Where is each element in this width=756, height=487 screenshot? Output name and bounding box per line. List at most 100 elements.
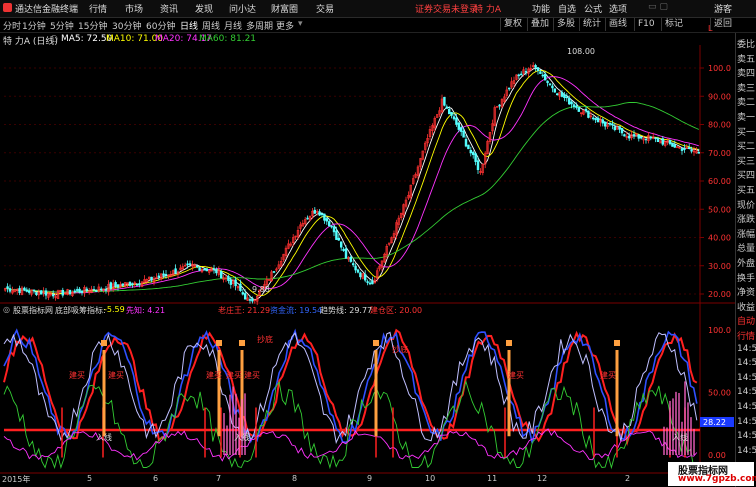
- candle-body: [464, 138, 468, 147]
- chart-grid: [0, 45, 735, 474]
- signal-text-label: 建买: [69, 370, 85, 380]
- candle-body: [476, 160, 480, 171]
- candle-body: [690, 149, 693, 152]
- candle-body: [8, 288, 12, 292]
- signal-text-label: 建买: [600, 370, 616, 380]
- candle-body: [644, 138, 648, 141]
- price-axis-top-label: L: [708, 24, 713, 33]
- candle-body: [608, 122, 612, 125]
- candle-body: [447, 108, 451, 115]
- indicator-site: 股票指标网: [13, 306, 53, 315]
- indicator-value: -5.59: [104, 305, 125, 314]
- candle-body: [445, 106, 449, 109]
- candle-body: [366, 281, 369, 283]
- low-price-label: 9.88: [252, 285, 270, 294]
- signal-column: [507, 350, 511, 437]
- candle-body: [517, 74, 521, 77]
- candle-body: [457, 122, 461, 130]
- side-panel-item[interactable]: 14:50: [737, 387, 756, 401]
- candle-body: [551, 85, 554, 89]
- candle-body: [356, 269, 360, 273]
- candle-body: [452, 116, 456, 120]
- price-tick-label: 50.00: [708, 205, 731, 214]
- side-panel-item[interactable]: 14:50: [737, 431, 756, 445]
- signal-marker-icon: [506, 340, 512, 346]
- candle-body: [121, 283, 125, 286]
- side-panel-item[interactable]: 14:50: [737, 358, 756, 372]
- candle-body: [104, 288, 108, 291]
- candle-body: [349, 256, 353, 262]
- candle-body: [543, 73, 547, 81]
- trading-terminal-window: 通达信金融终端 行情 市场 资讯 发现 问小达 财富圈 交易 证券交易未登录 特…: [0, 0, 756, 487]
- candle-body: [618, 126, 621, 130]
- side-panel-item[interactable]: 14:50: [737, 402, 756, 416]
- watermark-url: www.7gpzb.com: [678, 474, 756, 484]
- candle-body: [229, 279, 233, 285]
- candle-body: [109, 282, 113, 289]
- candle-body: [459, 127, 463, 132]
- candle-body: [174, 268, 177, 274]
- candle-body: [75, 289, 79, 291]
- side-panel-item[interactable]: 14:50: [737, 446, 756, 460]
- side-panel-item: 总量: [737, 244, 756, 255]
- side-panel-item: 外盘: [737, 259, 756, 269]
- candle-body: [354, 265, 357, 271]
- candle-body: [687, 147, 691, 149]
- side-panel-item: 买四: [737, 171, 756, 182]
- price-tick-label: 60.00: [708, 177, 731, 186]
- kline-chart[interactable]: 100.090.0080.0070.0060.0050.0040.0030.00…: [0, 0, 735, 487]
- candle-body: [272, 271, 276, 273]
- indicator-jiancangqu: 建仓区: 20.00: [370, 306, 423, 315]
- candle-body: [548, 83, 552, 85]
- price-tick-label: 70.00: [708, 149, 731, 158]
- candle-body: [368, 282, 372, 285]
- candle-body: [546, 80, 549, 84]
- candle-body: [39, 290, 43, 295]
- price-tick-label: 40.00: [708, 234, 731, 243]
- candle-body: [524, 71, 528, 73]
- candle-body: [443, 96, 446, 106]
- candle-body: [620, 128, 624, 134]
- signal-text-label: 建买: [108, 370, 124, 380]
- candle-body: [584, 108, 588, 112]
- signal-marker-icon: [614, 340, 620, 346]
- candle-body: [18, 288, 21, 293]
- side-panel-item: 卖二: [737, 98, 756, 109]
- signal-text-label: 入线: [96, 432, 112, 442]
- side-panel-item[interactable]: 自动: [737, 314, 756, 328]
- candle-body: [539, 71, 542, 74]
- candle-body: [654, 137, 657, 140]
- candle-body: [68, 289, 72, 295]
- candle-body: [195, 265, 199, 268]
- side-panel-item: 换手: [737, 273, 756, 284]
- date-label: 2015年: [2, 475, 31, 484]
- candle-body: [577, 107, 581, 112]
- candle-body: [78, 288, 81, 293]
- candle-body: [680, 148, 684, 151]
- side-panel-item[interactable]: 14:50: [737, 344, 756, 358]
- candle-body: [323, 213, 326, 221]
- candle-body: [203, 268, 206, 271]
- candle-body: [150, 276, 153, 281]
- side-panel-item: 卖五: [737, 54, 756, 65]
- candle-body: [25, 289, 29, 292]
- side-panel-item[interactable]: 14:50: [737, 417, 756, 431]
- candle-body: [344, 248, 348, 259]
- candle-body: [471, 151, 475, 155]
- candle-body: [656, 138, 660, 143]
- candle-body: [536, 67, 540, 71]
- candle-body: [507, 87, 511, 90]
- candle-body: [205, 268, 209, 272]
- candle-body: [241, 292, 245, 295]
- candle-body: [162, 273, 165, 276]
- candle-body: [44, 290, 48, 296]
- side-panel-item: 涨跌: [737, 215, 756, 226]
- candle-body: [188, 263, 192, 265]
- side-panel-item[interactable]: 14:50: [737, 373, 756, 387]
- candle-body: [601, 119, 605, 124]
- candle-body: [637, 134, 641, 139]
- price-tick-label: 30.00: [708, 262, 731, 271]
- indicator-zijinliu: 资金流: 19.54: [270, 306, 323, 315]
- side-panel-item[interactable]: 行情: [737, 329, 756, 343]
- candle-body: [639, 136, 643, 139]
